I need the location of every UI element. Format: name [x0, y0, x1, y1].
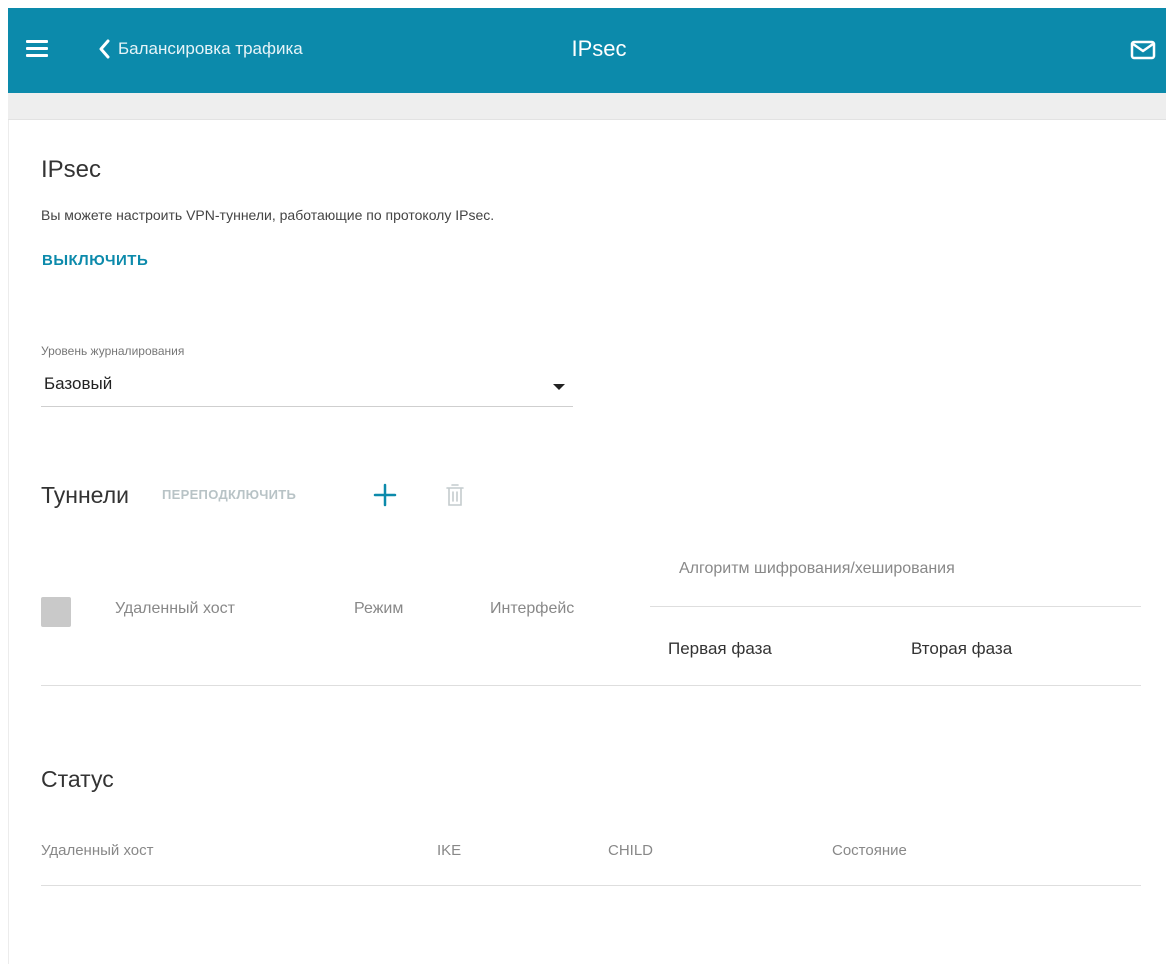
col-remote-host: Удаленный хост: [115, 600, 235, 617]
mail-icon[interactable]: [1130, 40, 1156, 60]
col-algorithm: Алгоритм шифрования/хеширования: [679, 560, 955, 577]
ipsec-description: Вы можете настроить VPN-туннели, работаю…: [41, 207, 495, 223]
section-title-ipsec: IPsec: [41, 156, 102, 183]
page-title: IPsec: [571, 36, 627, 61]
col-interface: Интерфейс: [490, 600, 575, 617]
col-status-ike: IKE: [437, 842, 462, 859]
col-status-state: Состояние: [832, 842, 907, 859]
col-status-child: CHILD: [608, 842, 654, 859]
top-bar: Балансировка трафика IPsec: [8, 8, 1166, 93]
plus-icon[interactable]: [373, 483, 397, 507]
col-phase-2: Вторая фаза: [911, 639, 1013, 658]
log-level-value: Базовый: [44, 374, 113, 393]
header-band: [8, 93, 1166, 120]
col-status-remote-host: Удаленный хост: [41, 842, 154, 859]
disable-ipsec-button[interactable]: ВЫКЛЮЧИТЬ: [42, 252, 148, 269]
trash-icon: [446, 484, 464, 506]
log-level-label: Уровень журналирования: [41, 344, 185, 358]
section-title-status: Статус: [41, 766, 114, 792]
divider: [41, 685, 1141, 686]
main-content: IPsec Вы можете настроить VPN-туннели, р…: [8, 120, 1166, 964]
col-phase-1: Первая фаза: [668, 639, 772, 658]
log-level-select[interactable]: Базовый: [41, 368, 573, 407]
col-mode: Режим: [354, 600, 404, 617]
caret-down-icon: [553, 384, 565, 390]
section-title-tunnels: Туннели: [41, 482, 129, 508]
divider: [41, 885, 1141, 886]
divider: [650, 606, 1141, 607]
select-all-checkbox[interactable]: [41, 597, 71, 627]
reconnect-button: ПЕРЕПОДКЛЮЧИТЬ: [162, 487, 297, 502]
